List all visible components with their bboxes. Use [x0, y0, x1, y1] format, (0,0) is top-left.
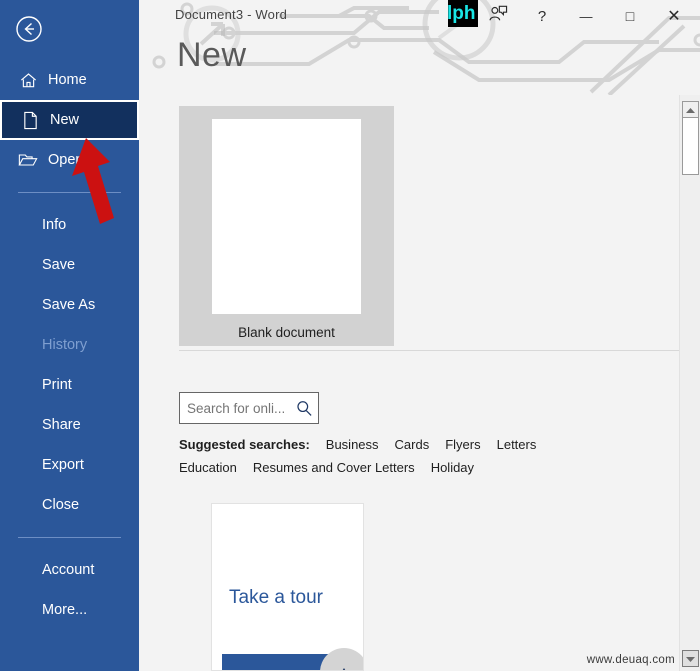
person-share-icon	[488, 5, 508, 28]
sidebar-item-history: History	[0, 325, 139, 365]
suggested-link-business[interactable]: Business	[326, 437, 379, 452]
sidebar-item-label: More...	[42, 602, 88, 618]
tour-card-circle	[320, 648, 363, 670]
tour-up-arrow-icon	[333, 664, 355, 670]
sidebar-item-label: Export	[42, 457, 84, 473]
sidebar-item-save-as[interactable]: Save As	[0, 285, 139, 325]
account-badge-text: lph	[448, 3, 476, 24]
suggested-searches-row-2: Education Resumes and Cover Letters Holida…	[179, 456, 679, 479]
scroll-up-button[interactable]	[682, 101, 699, 118]
search-input-wrapper[interactable]	[179, 392, 319, 424]
back-button[interactable]	[14, 14, 44, 44]
template-take-a-tour[interactable]: Take a tour	[211, 503, 364, 671]
scroll-down-arrow-icon	[685, 650, 696, 668]
sidebar-item-more[interactable]: More...	[0, 590, 139, 630]
suggested-searches: Suggested searches: Business Cards Flyers Le…	[179, 433, 679, 479]
site-watermark: www.deuaq.com	[586, 654, 675, 666]
page-title: New	[177, 36, 247, 74]
sidebar-item-label: Home	[48, 72, 87, 88]
home-icon	[18, 70, 38, 90]
title-bar: Document3 - Word lph ? — □ ✕	[139, 0, 700, 32]
word-backstage-screen: Home New Open Info Save Save As History …	[0, 0, 700, 671]
open-folder-icon	[18, 150, 38, 170]
sidebar-item-label: Open	[48, 152, 84, 168]
sidebar-item-label: Info	[42, 217, 67, 233]
magnifier-icon[interactable]	[290, 400, 318, 417]
suggested-link-resumes[interactable]: Resumes and Cover Letters	[253, 460, 415, 475]
sidebar-item-label: Save As	[42, 297, 96, 313]
backstage-sidebar: Home New Open Info Save Save As History …	[0, 0, 139, 671]
back-arrow-circle-icon	[15, 15, 43, 43]
sidebar-item-label: Account	[42, 562, 95, 578]
tour-card-title: Take a tour	[229, 587, 323, 608]
share-button[interactable]	[476, 1, 520, 31]
sidebar-item-label: New	[50, 112, 80, 128]
content-divider	[179, 350, 679, 351]
sidebar-item-open[interactable]: Open	[0, 140, 139, 180]
sidebar-item-share[interactable]: Share	[0, 405, 139, 445]
sidebar-item-info[interactable]: Info	[0, 205, 139, 245]
sidebar-item-export[interactable]: Export	[0, 445, 139, 485]
scroll-down-button[interactable]	[682, 650, 699, 667]
sidebar-item-label: Close	[42, 497, 80, 513]
suggested-link-letters[interactable]: Letters	[497, 437, 537, 452]
sidebar-item-close[interactable]: Close	[0, 485, 139, 525]
help-button[interactable]: ?	[520, 1, 564, 31]
sidebar-divider-2	[18, 537, 121, 538]
sidebar-item-print[interactable]: Print	[0, 365, 139, 405]
maximize-icon: □	[625, 8, 635, 24]
question-mark-icon: ?	[537, 7, 547, 25]
template-blank-document[interactable]: Blank document	[179, 106, 394, 346]
suggested-link-holiday[interactable]: Holiday	[431, 460, 474, 475]
sidebar-primary-nav: Home New Open Info Save Save As History …	[0, 60, 139, 630]
sidebar-item-save[interactable]: Save	[0, 245, 139, 285]
sidebar-item-label: History	[42, 337, 88, 353]
new-document-icon	[20, 110, 40, 130]
sidebar-item-label: Print	[42, 377, 72, 393]
suggested-link-flyers[interactable]: Flyers	[445, 437, 480, 452]
blank-document-thumbnail	[212, 119, 361, 314]
sidebar-item-label: Save	[42, 257, 76, 273]
sidebar-item-home[interactable]: Home	[0, 60, 139, 100]
sidebar-item-new[interactable]: New	[0, 100, 139, 140]
template-caption: Blank document	[238, 325, 335, 340]
sidebar-item-account[interactable]: Account	[0, 550, 139, 590]
maximize-button[interactable]: □	[608, 1, 652, 31]
suggested-link-cards[interactable]: Cards	[395, 437, 430, 452]
window-controls: ? — □ ✕	[476, 0, 696, 32]
document-title: Document3 - Word	[175, 7, 288, 22]
account-name-badge[interactable]: lph	[448, 0, 478, 27]
sidebar-divider-1	[18, 192, 121, 193]
vertical-scrollbar[interactable]	[679, 95, 700, 671]
suggested-link-education[interactable]: Education	[179, 460, 237, 475]
close-icon: ✕	[667, 8, 681, 25]
scrollbar-thumb[interactable]	[682, 117, 699, 175]
search-input[interactable]	[180, 400, 290, 416]
minimize-button[interactable]: —	[564, 1, 608, 31]
close-button[interactable]: ✕	[652, 1, 696, 31]
suggested-searches-label: Suggested searches:	[179, 437, 310, 452]
sidebar-item-label: Share	[42, 417, 81, 433]
backstage-content-pane: Document3 - Word lph ? — □ ✕ New Blank d…	[139, 0, 700, 671]
scroll-up-arrow-icon	[685, 101, 696, 119]
minimize-icon: —	[579, 8, 593, 24]
